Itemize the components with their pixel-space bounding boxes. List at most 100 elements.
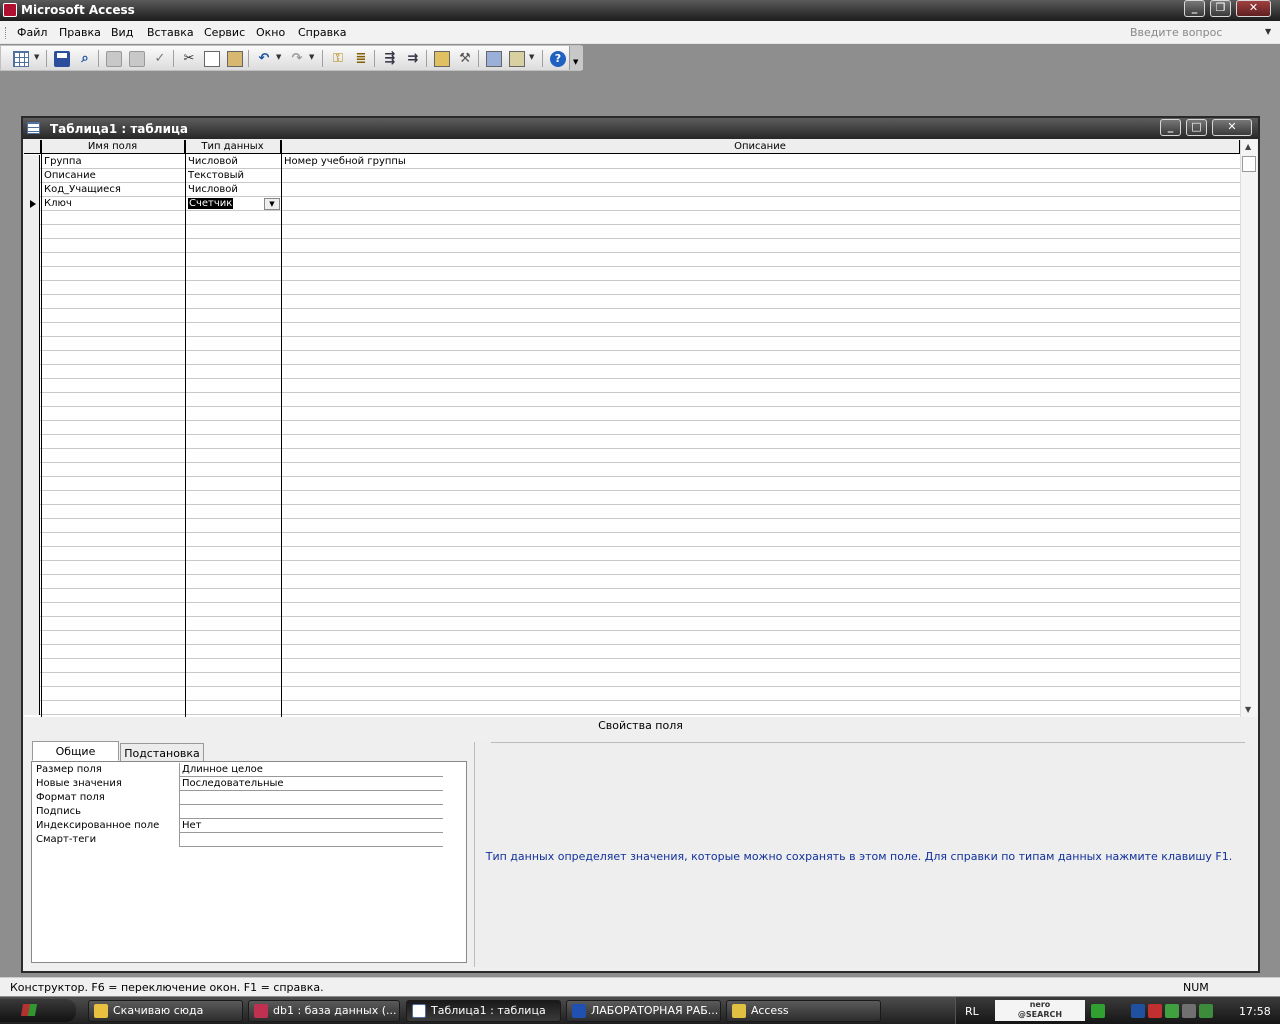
table-row[interactable]: [24, 421, 1240, 435]
field-name-cell[interactable]: [42, 575, 184, 589]
row-selector[interactable]: [24, 225, 40, 239]
field-name-cell[interactable]: [42, 701, 184, 715]
data-type-cell[interactable]: [186, 589, 280, 603]
table-row[interactable]: [24, 253, 1240, 267]
insert-rows-icon[interactable]: ⇶: [382, 51, 398, 67]
table-row[interactable]: [24, 519, 1240, 533]
redo-icon[interactable]: ↷: [289, 51, 305, 67]
data-type-cell[interactable]: [186, 309, 280, 323]
table-row[interactable]: [24, 645, 1240, 659]
data-type-cell[interactable]: [186, 351, 280, 365]
data-type-cell[interactable]: Текстовый: [186, 169, 280, 183]
row-selector[interactable]: [24, 379, 40, 393]
help-icon[interactable]: ?: [550, 51, 566, 67]
description-cell[interactable]: [282, 701, 1232, 715]
table-row[interactable]: [24, 463, 1240, 477]
data-type-cell[interactable]: [186, 491, 280, 505]
properties-icon[interactable]: [434, 51, 450, 67]
description-cell[interactable]: [282, 673, 1232, 687]
row-selector[interactable]: [24, 645, 40, 659]
copy-icon[interactable]: [204, 51, 220, 67]
description-cell[interactable]: [282, 659, 1232, 673]
field-name-cell[interactable]: [42, 687, 184, 701]
description-cell[interactable]: [282, 337, 1232, 351]
table-row[interactable]: [24, 631, 1240, 645]
data-type-cell[interactable]: [186, 561, 280, 575]
table-row[interactable]: [24, 659, 1240, 673]
build-icon[interactable]: ⚒: [457, 51, 473, 67]
row-selector[interactable]: [24, 393, 40, 407]
table-row[interactable]: [24, 351, 1240, 365]
table-row[interactable]: [24, 379, 1240, 393]
tray-volume-icon[interactable]: [1182, 1004, 1196, 1018]
table-row[interactable]: [24, 491, 1240, 505]
tray-nvidia-icon[interactable]: [1199, 1004, 1213, 1018]
description-cell[interactable]: [282, 477, 1232, 491]
row-selector[interactable]: [24, 463, 40, 477]
row-selector[interactable]: [24, 239, 40, 253]
scroll-thumb[interactable]: [1242, 156, 1256, 172]
description-cell[interactable]: [282, 393, 1232, 407]
row-selector[interactable]: [24, 351, 40, 365]
field-name-cell[interactable]: [42, 631, 184, 645]
description-cell[interactable]: [282, 547, 1232, 561]
menu-edit[interactable]: Правка: [59, 26, 101, 39]
redo-dropdown-icon[interactable]: ▼: [309, 53, 314, 61]
field-name-cell[interactable]: [42, 519, 184, 533]
tab-lookup[interactable]: Подстановка: [120, 743, 204, 761]
description-cell[interactable]: [282, 365, 1232, 379]
property-value-field[interactable]: Длинное целое: [179, 763, 443, 777]
data-type-cell[interactable]: [186, 295, 280, 309]
primary-key-icon[interactable]: ⚿: [330, 51, 346, 67]
menu-tools[interactable]: Сервис: [204, 26, 245, 39]
row-selector[interactable]: [24, 253, 40, 267]
table-row[interactable]: [24, 435, 1240, 449]
data-type-cell[interactable]: [186, 407, 280, 421]
task-table1[interactable]: Таблица1 : таблица: [406, 1000, 561, 1022]
table-row[interactable]: [24, 407, 1240, 421]
description-cell[interactable]: [282, 505, 1232, 519]
data-type-dropdown-icon[interactable]: ▼: [264, 198, 280, 210]
description-cell[interactable]: [282, 407, 1232, 421]
view-dropdown-icon[interactable]: ▼: [34, 53, 39, 61]
row-selector[interactable]: [24, 687, 40, 701]
description-cell[interactable]: [282, 421, 1232, 435]
column-header-description[interactable]: Описание: [281, 140, 1240, 154]
field-name-cell[interactable]: [42, 659, 184, 673]
row-selector[interactable]: [24, 547, 40, 561]
row-selector[interactable]: [24, 477, 40, 491]
table-row[interactable]: Группа Числовой Номер учебной группы: [24, 155, 1240, 169]
field-name-cell[interactable]: [42, 617, 184, 631]
row-selector[interactable]: [24, 337, 40, 351]
field-name-cell[interactable]: [42, 393, 184, 407]
tab-general[interactable]: Общие: [32, 741, 119, 761]
table-row[interactable]: [24, 477, 1240, 491]
field-name-cell[interactable]: [42, 435, 184, 449]
row-selector[interactable]: [24, 169, 40, 183]
field-name-cell[interactable]: Ключ: [42, 197, 184, 211]
row-selector[interactable]: [24, 155, 40, 169]
row-selector[interactable]: [24, 267, 40, 281]
field-name-cell[interactable]: [42, 225, 184, 239]
column-header-field-name[interactable]: Имя поля: [41, 140, 185, 154]
table-row[interactable]: [24, 617, 1240, 631]
field-name-cell[interactable]: [42, 379, 184, 393]
table-row[interactable]: [24, 239, 1240, 253]
child-minimize-icon[interactable]: _: [1160, 119, 1181, 136]
clock[interactable]: 17:58: [1239, 1005, 1271, 1018]
go-arrow-icon[interactable]: [1091, 1004, 1105, 1018]
data-type-cell[interactable]: [186, 617, 280, 631]
menu-help[interactable]: Справка: [298, 26, 346, 39]
task-downloads[interactable]: Скачиваю сюда: [88, 1000, 243, 1022]
scroll-up-icon[interactable]: ▲: [1245, 142, 1251, 151]
database-window-icon[interactable]: [486, 51, 502, 67]
data-type-cell[interactable]: [186, 225, 280, 239]
menu-view[interactable]: Вид: [111, 26, 133, 39]
table-row[interactable]: [24, 337, 1240, 351]
description-cell[interactable]: [282, 239, 1232, 253]
table-row[interactable]: [24, 211, 1240, 225]
description-cell[interactable]: [282, 253, 1232, 267]
data-type-cell[interactable]: [186, 253, 280, 267]
description-cell[interactable]: [282, 463, 1232, 477]
data-type-cell[interactable]: [186, 477, 280, 491]
